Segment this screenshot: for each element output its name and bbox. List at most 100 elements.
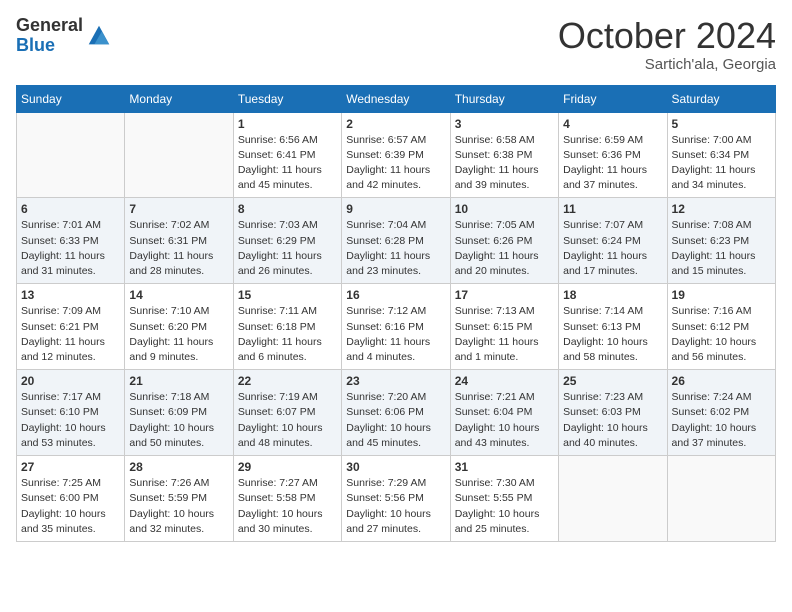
day-number: 24 bbox=[455, 374, 554, 388]
day-info: Sunrise: 6:59 AMSunset: 6:36 PMDaylight:… bbox=[563, 133, 662, 194]
calendar-day-cell: 3 Sunrise: 6:58 AMSunset: 6:38 PMDaylight… bbox=[450, 112, 558, 198]
calendar-table: SundayMondayTuesdayWednesdayThursdayFrid… bbox=[16, 85, 776, 542]
day-number: 26 bbox=[672, 374, 771, 388]
day-info: Sunrise: 7:29 AMSunset: 5:56 PMDaylight:… bbox=[346, 476, 445, 537]
day-info: Sunrise: 7:19 AMSunset: 6:07 PMDaylight:… bbox=[238, 390, 337, 451]
page-header: General Blue October 2024 Sartich'ala, G… bbox=[16, 16, 776, 73]
day-number: 13 bbox=[21, 288, 120, 302]
day-info: Sunrise: 7:16 AMSunset: 6:12 PMDaylight:… bbox=[672, 304, 771, 365]
day-info: Sunrise: 7:18 AMSunset: 6:09 PMDaylight:… bbox=[129, 390, 228, 451]
day-number: 23 bbox=[346, 374, 445, 388]
weekday-header-wednesday: Wednesday bbox=[342, 85, 450, 112]
day-number: 18 bbox=[563, 288, 662, 302]
calendar-day-cell: 12Sunrise: 7:08 AMSunset: 6:23 PMDayligh… bbox=[667, 198, 775, 284]
calendar-day-cell: 14Sunrise: 7:10 AMSunset: 6:20 PMDayligh… bbox=[125, 284, 233, 370]
day-number: 11 bbox=[563, 202, 662, 216]
calendar-week-row: 13 Sunrise: 7:09 AMSunset: 6:21 PMDayligh… bbox=[17, 284, 776, 370]
calendar-day-cell bbox=[125, 112, 233, 198]
day-info: Sunrise: 7:13 AMSunset: 6:15 PMDaylight:… bbox=[455, 304, 554, 365]
day-info: Sunrise: 7:12 AMSunset: 6:16 PMDaylight:… bbox=[346, 304, 445, 365]
weekday-header-thursday: Thursday bbox=[450, 85, 558, 112]
day-number: 17 bbox=[455, 288, 554, 302]
calendar-day-cell: 18 Sunrise: 7:14 AMSunset: 6:13 PMDayligh… bbox=[559, 284, 667, 370]
calendar-day-cell: 26 Sunrise: 7:24 AMSunset: 6:02 PMDayligh… bbox=[667, 370, 775, 456]
logo-icon bbox=[85, 22, 113, 50]
day-info: Sunrise: 7:17 AMSunset: 6:10 PMDaylight:… bbox=[21, 390, 120, 451]
weekday-header-friday: Friday bbox=[559, 85, 667, 112]
day-info: Sunrise: 7:20 AMSunset: 6:06 PMDaylight:… bbox=[346, 390, 445, 451]
weekday-header-row: SundayMondayTuesdayWednesdayThursdayFrid… bbox=[17, 85, 776, 112]
calendar-day-cell: 21 Sunrise: 7:18 AMSunset: 6:09 PMDayligh… bbox=[125, 370, 233, 456]
day-number: 1 bbox=[238, 117, 337, 131]
day-info: Sunrise: 7:21 AMSunset: 6:04 PMDaylight:… bbox=[455, 390, 554, 451]
day-info: Sunrise: 7:10 AMSunset: 6:20 PMDaylight:… bbox=[129, 304, 228, 365]
day-number: 8 bbox=[238, 202, 337, 216]
day-number: 12 bbox=[672, 202, 771, 216]
calendar-day-cell: 28 Sunrise: 7:26 AMSunset: 5:59 PMDayligh… bbox=[125, 456, 233, 542]
calendar-day-cell: 11 Sunrise: 7:07 AMSunset: 6:24 PMDayligh… bbox=[559, 198, 667, 284]
calendar-day-cell: 2Sunrise: 6:57 AMSunset: 6:39 PMDaylight… bbox=[342, 112, 450, 198]
day-info: Sunrise: 7:26 AMSunset: 5:59 PMDaylight:… bbox=[129, 476, 228, 537]
day-info: Sunrise: 7:09 AMSunset: 6:21 PMDaylight:… bbox=[21, 304, 120, 365]
weekday-header-sunday: Sunday bbox=[17, 85, 125, 112]
calendar-day-cell: 1 Sunrise: 6:56 AMSunset: 6:41 PMDaylight… bbox=[233, 112, 341, 198]
calendar-day-cell: 31Sunrise: 7:30 AMSunset: 5:55 PMDayligh… bbox=[450, 456, 558, 542]
day-number: 16 bbox=[346, 288, 445, 302]
calendar-day-cell: 15 Sunrise: 7:11 AMSunset: 6:18 PMDayligh… bbox=[233, 284, 341, 370]
calendar-day-cell: 8Sunrise: 7:03 AMSunset: 6:29 PMDaylight… bbox=[233, 198, 341, 284]
day-number: 31 bbox=[455, 460, 554, 474]
day-info: Sunrise: 7:14 AMSunset: 6:13 PMDaylight:… bbox=[563, 304, 662, 365]
calendar-day-cell: 20 Sunrise: 7:17 AMSunset: 6:10 PMDayligh… bbox=[17, 370, 125, 456]
weekday-header-tuesday: Tuesday bbox=[233, 85, 341, 112]
day-number: 28 bbox=[129, 460, 228, 474]
logo-text: General Blue bbox=[16, 16, 83, 56]
day-number: 7 bbox=[129, 202, 228, 216]
calendar-week-row: 1 Sunrise: 6:56 AMSunset: 6:41 PMDaylight… bbox=[17, 112, 776, 198]
day-info: Sunrise: 7:02 AMSunset: 6:31 PMDaylight:… bbox=[129, 218, 228, 279]
day-number: 25 bbox=[563, 374, 662, 388]
calendar-day-cell bbox=[667, 456, 775, 542]
day-number: 20 bbox=[21, 374, 120, 388]
calendar-day-cell: 13 Sunrise: 7:09 AMSunset: 6:21 PMDayligh… bbox=[17, 284, 125, 370]
day-info: Sunrise: 7:23 AMSunset: 6:03 PMDaylight:… bbox=[563, 390, 662, 451]
logo: General Blue bbox=[16, 16, 113, 56]
day-number: 29 bbox=[238, 460, 337, 474]
day-info: Sunrise: 6:58 AMSunset: 6:38 PMDaylight:… bbox=[455, 133, 554, 194]
day-number: 2 bbox=[346, 117, 445, 131]
calendar-day-cell: 17 Sunrise: 7:13 AMSunset: 6:15 PMDayligh… bbox=[450, 284, 558, 370]
calendar-day-cell: 6 Sunrise: 7:01 AMSunset: 6:33 PMDaylight… bbox=[17, 198, 125, 284]
day-info: Sunrise: 7:11 AMSunset: 6:18 PMDaylight:… bbox=[238, 304, 337, 365]
day-number: 10 bbox=[455, 202, 554, 216]
weekday-header-saturday: Saturday bbox=[667, 85, 775, 112]
day-number: 27 bbox=[21, 460, 120, 474]
calendar-day-cell: 7 Sunrise: 7:02 AMSunset: 6:31 PMDaylight… bbox=[125, 198, 233, 284]
day-info: Sunrise: 7:01 AMSunset: 6:33 PMDaylight:… bbox=[21, 218, 120, 279]
calendar-day-cell: 9 Sunrise: 7:04 AMSunset: 6:28 PMDaylight… bbox=[342, 198, 450, 284]
day-number: 6 bbox=[21, 202, 120, 216]
calendar-day-cell bbox=[17, 112, 125, 198]
calendar-day-cell: 16 Sunrise: 7:12 AMSunset: 6:16 PMDayligh… bbox=[342, 284, 450, 370]
day-info: Sunrise: 7:05 AMSunset: 6:26 PMDaylight:… bbox=[455, 218, 554, 279]
weekday-header-monday: Monday bbox=[125, 85, 233, 112]
day-number: 22 bbox=[238, 374, 337, 388]
day-number: 4 bbox=[563, 117, 662, 131]
day-info: Sunrise: 7:27 AMSunset: 5:58 PMDaylight:… bbox=[238, 476, 337, 537]
day-number: 15 bbox=[238, 288, 337, 302]
day-info: Sunrise: 6:56 AMSunset: 6:41 PMDaylight:… bbox=[238, 133, 337, 194]
title-block: October 2024 Sartich'ala, Georgia bbox=[558, 16, 776, 73]
calendar-day-cell: 19Sunrise: 7:16 AMSunset: 6:12 PMDayligh… bbox=[667, 284, 775, 370]
location: Sartich'ala, Georgia bbox=[558, 56, 776, 73]
calendar-day-cell bbox=[559, 456, 667, 542]
day-number: 9 bbox=[346, 202, 445, 216]
calendar-day-cell: 27Sunrise: 7:25 AMSunset: 6:00 PMDayligh… bbox=[17, 456, 125, 542]
calendar-day-cell: 10 Sunrise: 7:05 AMSunset: 6:26 PMDayligh… bbox=[450, 198, 558, 284]
calendar-day-cell: 25 Sunrise: 7:23 AMSunset: 6:03 PMDayligh… bbox=[559, 370, 667, 456]
day-number: 3 bbox=[455, 117, 554, 131]
day-info: Sunrise: 7:04 AMSunset: 6:28 PMDaylight:… bbox=[346, 218, 445, 279]
day-info: Sunrise: 7:07 AMSunset: 6:24 PMDaylight:… bbox=[563, 218, 662, 279]
day-info: Sunrise: 7:24 AMSunset: 6:02 PMDaylight:… bbox=[672, 390, 771, 451]
calendar-week-row: 27Sunrise: 7:25 AMSunset: 6:00 PMDayligh… bbox=[17, 456, 776, 542]
day-number: 30 bbox=[346, 460, 445, 474]
calendar-day-cell: 30 Sunrise: 7:29 AMSunset: 5:56 PMDayligh… bbox=[342, 456, 450, 542]
day-number: 21 bbox=[129, 374, 228, 388]
